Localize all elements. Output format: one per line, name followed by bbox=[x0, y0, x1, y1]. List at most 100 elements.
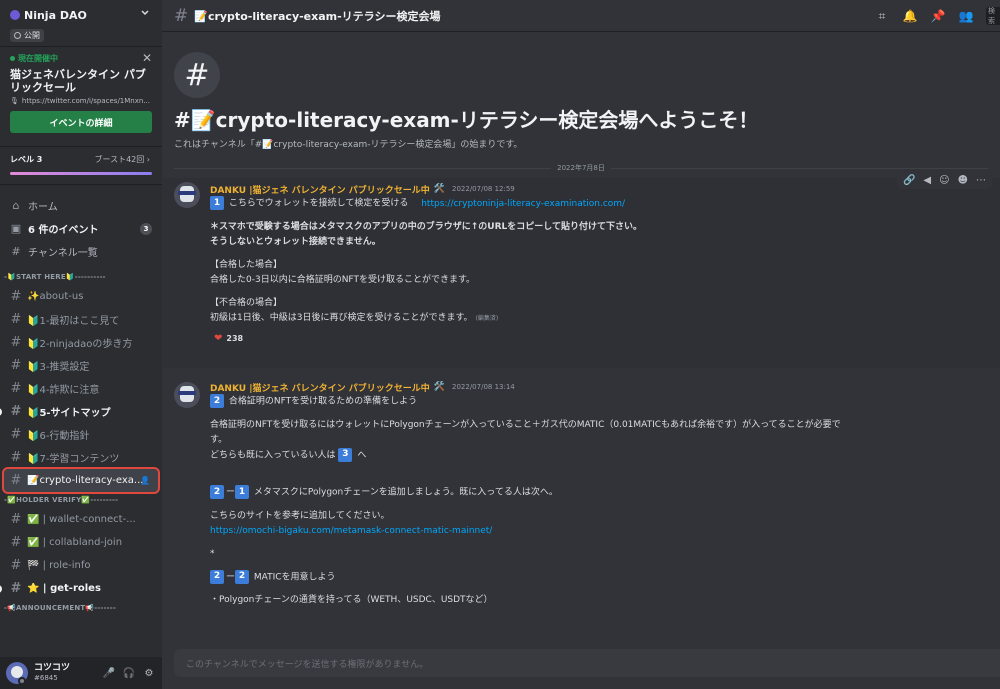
server-header[interactable]: Ninja DAO 公開 bbox=[0, 0, 162, 46]
close-icon[interactable]: ✕ bbox=[142, 51, 152, 65]
status-indicator bbox=[18, 677, 26, 685]
message-line: 初級は1日後、中級は3日後に再び検定を受けることができます。 (編集済) bbox=[210, 312, 499, 323]
channel-item[interactable]: # ✨about-us bbox=[0, 285, 162, 308]
user-name[interactable]: コツコツ bbox=[34, 663, 96, 673]
channel-label: 🔰5-サイトマップ bbox=[27, 408, 111, 419]
message-timestamp: 2022/07/08 13:14 bbox=[452, 383, 515, 391]
members-icon[interactable]: 👥 bbox=[958, 9, 974, 23]
channel-item[interactable]: # 🔰5-サイトマップ bbox=[0, 400, 162, 423]
channel-label: ✅ | collabland-join bbox=[27, 537, 123, 548]
channel-list: ⌂ ホーム ▣ 6 件のイベント 3 # チャンネル一覧 -🔰START HERE🔰-----… bbox=[0, 194, 162, 616]
message-line: 【不合格の場合】 bbox=[210, 297, 283, 308]
number-badge: 3 bbox=[338, 447, 353, 462]
hash-icon: # bbox=[10, 473, 22, 488]
hash-icon: # bbox=[10, 358, 22, 373]
channel-title: 📝crypto-literacy-exam-リテラシー検定会場 bbox=[194, 9, 441, 23]
mute-mic-icon[interactable]: 🎤 bbox=[102, 668, 116, 679]
message-input[interactable]: このチャンネルでメッセージを送信する権限がありません。 bbox=[174, 649, 1000, 677]
hash-icon: # bbox=[174, 52, 220, 98]
message[interactable]: DANKU |猫ジェネ バレンタイン パブリックセール中 🛠️ 2022/07/… bbox=[162, 380, 1000, 660]
channel-label: ✅ | wallet-connect-... bbox=[27, 514, 136, 525]
server-name: Ninja DAO bbox=[24, 8, 87, 22]
bell-icon[interactable]: 🔔 bbox=[902, 9, 918, 23]
message-line: す。 bbox=[210, 434, 228, 445]
avatar[interactable] bbox=[174, 382, 200, 408]
channel-item[interactable]: # 🔰3-推奨設定 bbox=[0, 354, 162, 377]
message-line: * bbox=[210, 548, 215, 559]
unread-indicator bbox=[0, 407, 2, 416]
live-dot bbox=[10, 56, 15, 61]
category-header[interactable]: -🔰START HERE🔰---------- bbox=[0, 269, 162, 285]
link-icon[interactable]: 🔗 bbox=[903, 175, 915, 186]
channel-label: ✨about-us bbox=[27, 291, 84, 302]
channel-label: 🔰4-詐欺に注意 bbox=[27, 385, 100, 396]
hash-icon: # bbox=[10, 450, 22, 465]
tool-icon: 🛠️ bbox=[433, 382, 445, 392]
channel-item[interactable]: # 🔰4-詐欺に注意 bbox=[0, 377, 162, 400]
user-panel: コツコツ #6845 🎤 🎧 ⚙ bbox=[0, 657, 162, 689]
nav-item[interactable]: # チャンネル一覧 bbox=[0, 240, 162, 263]
message-line: 合格証明のNFTを受け取るにはウォレットにPolygonチェーンが入っていること… bbox=[210, 419, 841, 430]
search-input[interactable]: 検索 bbox=[986, 7, 1000, 25]
mic-icon: 🎙 bbox=[10, 97, 19, 105]
channel-item[interactable]: # 📝crypto-literacy-exa... 👤 bbox=[2, 467, 160, 494]
boost-level-row[interactable]: レベル 3 ブースト42回 › bbox=[10, 154, 150, 165]
event-status: 現在開催中 bbox=[18, 54, 58, 63]
nav-item-label: ホーム bbox=[28, 202, 58, 213]
add-reaction-icon[interactable]: ☻ bbox=[958, 175, 968, 186]
chevron-down-icon[interactable] bbox=[140, 8, 150, 18]
channel-item[interactable]: # ⭐ | get-roles bbox=[0, 577, 162, 600]
event-details-button[interactable]: イベントの詳細 bbox=[10, 111, 152, 133]
threads-icon[interactable]: ⌗ bbox=[874, 9, 890, 24]
number-badge: 2 bbox=[210, 394, 224, 408]
number-badge: 2 bbox=[210, 485, 224, 499]
emoji-icon[interactable]: ☺ bbox=[939, 175, 949, 186]
exam-link[interactable]: https://cryptoninja-literacy-examination… bbox=[421, 199, 625, 209]
channel-header: # 📝crypto-literacy-exam-リテラシー検定会場 ⌗ 🔔 📌 … bbox=[162, 0, 1000, 32]
event-link[interactable]: https://twitter.com/i/spaces/1Mnxn... bbox=[22, 97, 150, 105]
message-author[interactable]: DANKU |猫ジェネ バレンタイン パブリックセール中 bbox=[210, 183, 430, 196]
event-title: 猫ジェネバレンタイン パブリックセール bbox=[10, 68, 146, 94]
channel-welcome: # #📝crypto-literacy-exam-リテラシー検定会場へようこそ！… bbox=[174, 52, 758, 150]
hash-icon: # bbox=[10, 289, 22, 304]
channel-item[interactable]: # 🏁 | role-info bbox=[0, 554, 162, 577]
number-badge: 1 bbox=[210, 196, 224, 210]
channel-item[interactable]: # 🔰7-学習コンテンツ bbox=[0, 446, 162, 469]
channel-label: 🔰7-学習コンテンツ bbox=[27, 454, 120, 465]
channel-item[interactable]: # 🔰2-ninjadaoの歩き方 bbox=[0, 331, 162, 354]
nav-item[interactable]: ⌂ ホーム bbox=[0, 194, 162, 217]
add-member-icon[interactable]: 👤 bbox=[140, 476, 150, 485]
gear-icon[interactable]: ⚙ bbox=[142, 668, 156, 679]
message[interactable]: 🔗 ◀ ☺ ☻ ⋯ DANKU |猫ジェネ バレンタイン パブリックセール中 🛠… bbox=[162, 172, 1000, 368]
message-actions: 🔗 ◀ ☺ ☻ ⋯ bbox=[896, 172, 992, 189]
edited-label: (編集済) bbox=[475, 314, 499, 322]
event-card: 現在開催中 ✕ 猫ジェネバレンタイン パブリックセール 🎙 https://tw… bbox=[0, 48, 162, 133]
public-badge: 公開 bbox=[10, 29, 44, 42]
boost-progress-bar bbox=[10, 172, 152, 175]
headphones-icon[interactable]: 🎧 bbox=[122, 668, 136, 679]
message-author[interactable]: DANKU |猫ジェネ バレンタイン パブリックセール中 bbox=[210, 381, 430, 394]
category-header[interactable]: -✅HOLDER VERIFY✅--------- bbox=[0, 492, 162, 508]
number-badge: 2 bbox=[235, 569, 250, 584]
more-icon[interactable]: ⋯ bbox=[976, 175, 986, 186]
channel-item[interactable]: # ✅ | wallet-connect-... bbox=[0, 508, 162, 531]
category-header[interactable]: -📢ANNOUNCEMENT📢------- bbox=[0, 600, 162, 616]
megaphone-icon[interactable]: ◀ bbox=[923, 175, 931, 186]
nav-item[interactable]: ▣ 6 件のイベント 3 bbox=[0, 217, 162, 240]
message-line: 2 合格証明のNFTを受け取るための準備をしよう bbox=[210, 394, 980, 410]
number-badge: 2 bbox=[210, 569, 224, 584]
avatar[interactable] bbox=[174, 182, 200, 208]
reference-link[interactable]: https://omochi-bigaku.com/metamask-conne… bbox=[210, 524, 980, 539]
channel-item[interactable]: # 🔰6-行動指針 bbox=[0, 423, 162, 446]
channel-item[interactable]: # ✅ | collabland-join bbox=[0, 531, 162, 554]
channel-item[interactable]: # 🔰1-最初はここ見て bbox=[0, 308, 162, 331]
message-line: 2ー1 メタマスクにPolygonチェーンを追加しましょう。既に入ってる人は次へ… bbox=[210, 485, 980, 501]
event-count-badge: 3 bbox=[140, 222, 152, 235]
hash-icon: # bbox=[10, 581, 22, 596]
calendar-icon: ▣ bbox=[10, 222, 22, 235]
chat-area: # 📝crypto-literacy-exam-リテラシー検定会場 ⌗ 🔔 📌 … bbox=[162, 0, 1000, 689]
channel-sidebar: Ninja DAO 公開 現在開催中 ✕ 猫ジェネバレンタイン パブリックセール… bbox=[0, 0, 162, 689]
reaction-heart[interactable]: ❤ 238 bbox=[210, 332, 247, 345]
hash-icon: # bbox=[10, 312, 22, 327]
pin-icon[interactable]: 📌 bbox=[930, 9, 946, 23]
